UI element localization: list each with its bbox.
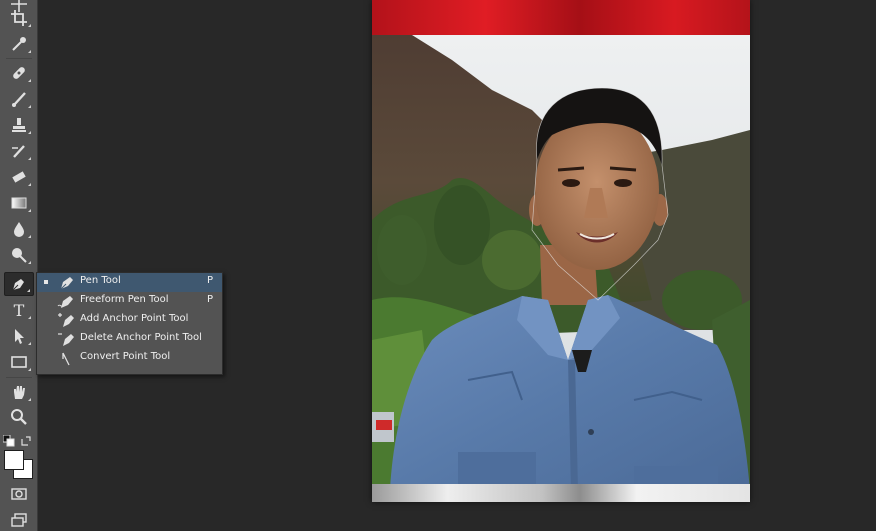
- pen-icon: [60, 277, 73, 290]
- type-tool[interactable]: T: [4, 298, 34, 322]
- gradient-icon: [11, 197, 27, 209]
- swap-colors-icon: [21, 436, 31, 446]
- eraser-icon: [12, 171, 26, 183]
- rectangle-tool[interactable]: [4, 350, 34, 374]
- gradient-tool[interactable]: [4, 191, 34, 215]
- brush-tool[interactable]: [4, 87, 34, 111]
- screen-mode-button[interactable]: [4, 508, 34, 531]
- delete-anchor-point-icon: [58, 333, 74, 346]
- flyout-item-delete-anchor-point-tool[interactable]: Delete Anchor Point Tool: [37, 330, 222, 349]
- crop-icon: [11, 10, 27, 26]
- default-colors-button[interactable]: [2, 432, 15, 447]
- freeform-pen-icon: [57, 296, 73, 308]
- flyout-item-freeform-pen-tool[interactable]: Freeform Pen Tool P: [37, 292, 222, 311]
- default-colors-icon: [2, 434, 15, 447]
- top-red-band: [372, 0, 750, 35]
- path-selection-tool[interactable]: [4, 324, 34, 348]
- crop-tool[interactable]: [4, 6, 34, 30]
- history-brush-icon: [12, 145, 25, 158]
- pen-tool-flyout-menu: Pen Tool P Freeform Pen Tool P Add Ancho…: [36, 272, 223, 375]
- quick-mask-icon: [11, 488, 27, 500]
- flyout-item-add-anchor-point-tool[interactable]: Add Anchor Point Tool: [37, 311, 222, 330]
- foreground-color-swatch[interactable]: [4, 450, 24, 470]
- brush-icon: [12, 92, 26, 107]
- dodge-tool[interactable]: [4, 243, 34, 267]
- photoshop-workspace: T Pen Tool P Freeform Pen Tool P Add Anc…: [0, 0, 876, 531]
- quick-mask-button[interactable]: [4, 482, 34, 506]
- flyout-item-convert-point-tool[interactable]: Convert Point Tool: [37, 349, 222, 368]
- flyout-item-pen-tool[interactable]: Pen Tool P: [37, 273, 222, 292]
- hand-tool[interactable]: [4, 380, 34, 404]
- bottom-silver-band: [372, 484, 750, 502]
- selected-bullet: [44, 280, 48, 284]
- pen-tool[interactable]: [4, 272, 34, 296]
- type-icon: T: [13, 300, 25, 320]
- blur-tool[interactable]: [4, 217, 34, 241]
- zoom-icon: [11, 409, 27, 425]
- clone-stamp-tool[interactable]: [4, 113, 34, 137]
- convert-point-icon: [62, 352, 70, 366]
- clone-stamp-icon: [12, 118, 26, 132]
- tools-panel: T: [0, 0, 38, 531]
- hand-icon: [14, 386, 25, 399]
- eyedropper-tool[interactable]: [4, 32, 34, 56]
- blur-icon: [14, 222, 24, 237]
- portrait-photo: [372, 0, 750, 502]
- add-anchor-point-icon: [58, 313, 74, 327]
- eraser-tool[interactable]: [4, 165, 34, 189]
- document-canvas[interactable]: [372, 0, 750, 502]
- spot-healing-icon: [13, 67, 25, 79]
- spot-healing-tool[interactable]: [4, 61, 34, 85]
- history-brush-tool[interactable]: [4, 139, 34, 163]
- eyedropper-icon: [12, 37, 26, 51]
- pen-icon: [12, 279, 24, 291]
- dodge-icon: [12, 248, 27, 263]
- swap-colors-button[interactable]: [20, 432, 32, 446]
- zoom-tool[interactable]: [4, 405, 34, 429]
- path-selection-icon: [15, 329, 24, 344]
- screen-mode-icon: [11, 513, 27, 527]
- rectangle-icon: [11, 356, 27, 368]
